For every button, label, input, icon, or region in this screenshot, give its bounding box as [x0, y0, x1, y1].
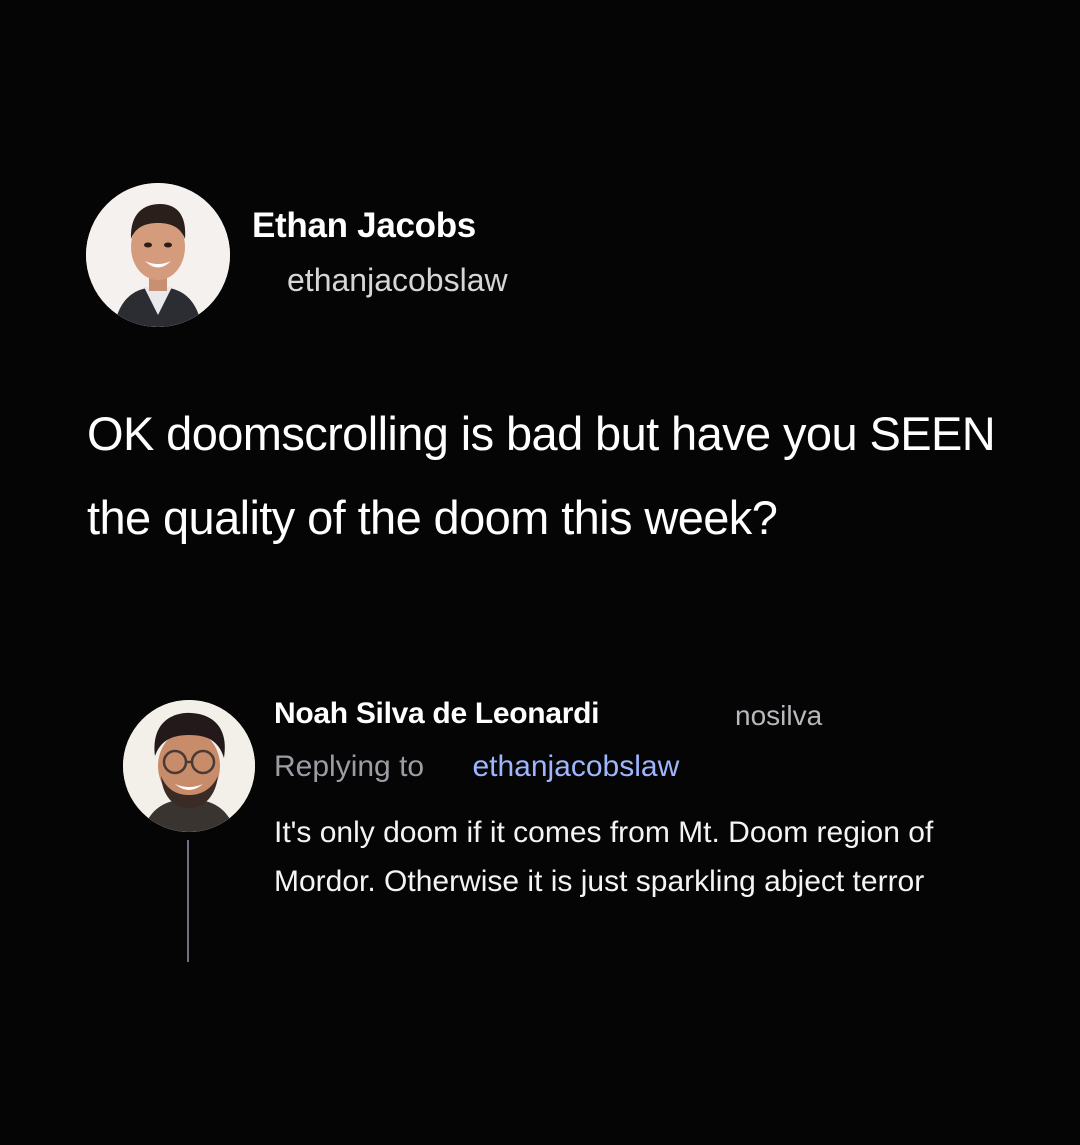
replying-to-line: Replying to ethanjacobslaw [274, 750, 679, 784]
reply-author-avatar-image [123, 700, 255, 832]
reply-author-avatar[interactable] [123, 700, 255, 832]
author-avatar-image [86, 183, 230, 327]
replying-to-handle-link[interactable]: ethanjacobslaw [472, 750, 679, 783]
reply-author-name[interactable]: Noah Silva de Leonardi [274, 697, 599, 731]
thread-connector-line [187, 840, 189, 962]
author-handle[interactable]: ethanjacobslaw [287, 262, 508, 299]
replying-to-label: Replying to [274, 750, 425, 783]
tweet-screenshot: Ethan Jacobs ethanjacobslaw OK doomscrol… [0, 0, 1080, 1145]
tweet-text: OK doomscrolling is bad but have you SEE… [87, 407, 996, 544]
author-avatar[interactable] [86, 183, 230, 327]
author-name[interactable]: Ethan Jacobs [252, 206, 476, 246]
reply-text: It's only doom if it comes from Mt. Doom… [274, 816, 934, 898]
reply-author-handle[interactable]: nosilva [735, 700, 822, 732]
